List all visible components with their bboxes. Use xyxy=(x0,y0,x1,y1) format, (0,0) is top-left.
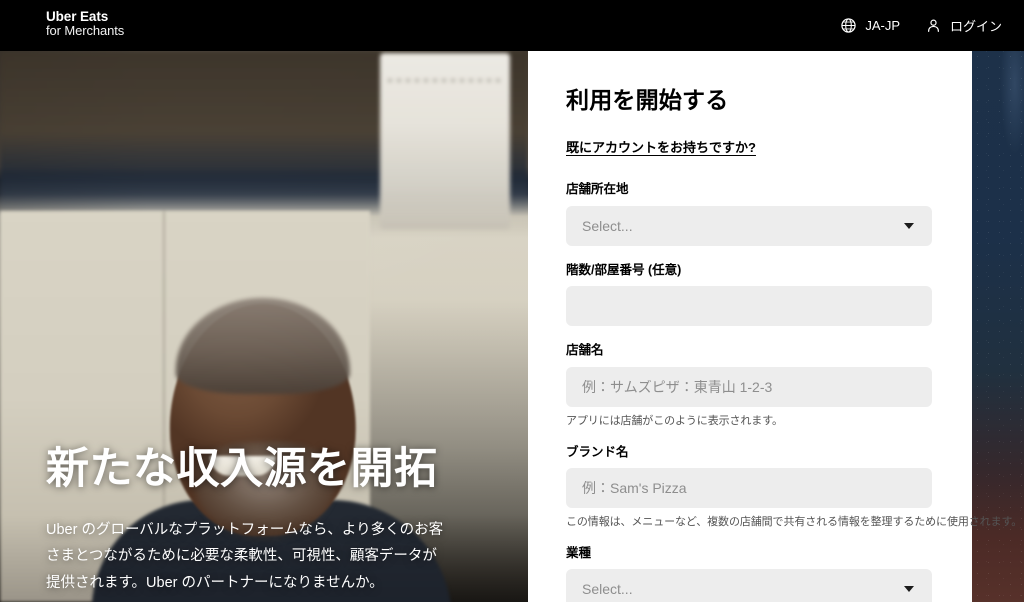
brand-line-for-merchants: for Merchants xyxy=(46,23,125,39)
globe-icon xyxy=(841,18,856,33)
hero-subject-hair xyxy=(175,298,350,395)
field-label-brand-name: ブランド名 xyxy=(566,444,629,459)
login-button[interactable]: ログイン xyxy=(926,16,1002,35)
business-type-select[interactable]: Select... xyxy=(566,569,932,602)
existing-account-link[interactable]: 既にアカウントをお持ちですか? xyxy=(566,139,756,157)
site-header: Uber Eats for Merchants JA-JP ログイン xyxy=(0,0,1024,51)
hero-description: Uber のグローバルなプラットフォームなら、より多くのお客さまとつながるために… xyxy=(46,521,444,591)
field-brand-name: ブランド名 例：Sam's Pizza この情報は、メニューなど、複数の店舗間で… xyxy=(566,444,1023,531)
language-selector[interactable]: JA-JP xyxy=(841,18,900,33)
store-name-value: 例：サムズピザ：東青山 1-2-3 xyxy=(582,379,773,394)
business-type-value: Select... xyxy=(582,582,633,597)
page-root: Uber Eats for Merchants JA-JP ログイン 新たな収入… xyxy=(0,0,1024,602)
field-floor-suite: 階数/部屋番号 (任意) xyxy=(566,262,932,327)
chevron-down-icon xyxy=(904,222,914,229)
hero-text-block: 新たな収入源を開拓 Uber のグローバルなプラットフォームなら、より多くのお客… xyxy=(46,444,500,602)
brand-logo[interactable]: Uber Eats for Merchants xyxy=(46,9,124,39)
hero-background-container xyxy=(380,53,510,229)
hero-headline: 新たな収入源を開拓 xyxy=(46,445,438,494)
chevron-down-icon xyxy=(904,586,914,593)
brand-line-uber-eats: Uber Eats xyxy=(46,9,109,24)
login-label: ログイン xyxy=(949,19,1002,34)
hero-panel: 新たな収入源を開拓 Uber のグローバルなプラットフォームなら、より多くのお客… xyxy=(0,51,528,602)
field-label-business-type: 業種 xyxy=(566,545,592,560)
brand-name-input[interactable]: 例：Sam's Pizza xyxy=(566,468,932,509)
header-actions: JA-JP ログイン xyxy=(841,0,1002,51)
field-store-name: 店舗名 例：サムズピザ：東青山 1-2-3 アプリには店舗がこのように表示されま… xyxy=(566,342,932,429)
store-name-input[interactable]: 例：サムズピザ：東青山 1-2-3 xyxy=(566,366,932,407)
floor-suite-input[interactable] xyxy=(566,286,932,327)
store-location-select[interactable]: Select... xyxy=(566,205,932,246)
page-title: 利用を開始する xyxy=(566,87,729,113)
brand-name-value: 例：Sam's Pizza xyxy=(582,481,687,496)
field-label-store-name: 店舗名 xyxy=(566,343,604,358)
field-store-location: 店舗所在地 Select... xyxy=(566,181,932,246)
field-business-type: 業種 Select... xyxy=(566,545,932,602)
store-name-help: アプリには店舗がこのように表示されます。 xyxy=(566,414,783,427)
language-label: JA-JP xyxy=(865,18,900,33)
brand-name-help: この情報は、メニューなど、複数の店舗間で共有される情報を整理するために使用されま… xyxy=(566,516,1023,529)
store-location-value: Select... xyxy=(582,218,633,233)
field-label-floor-suite: 階数/部屋番号 (任意) xyxy=(566,262,682,277)
signup-form: 利用を開始する 既にアカウントをお持ちですか? 店舗所在地 Select... … xyxy=(566,51,1023,602)
field-label-store-location: 店舗所在地 xyxy=(566,182,629,197)
person-icon xyxy=(926,18,941,33)
